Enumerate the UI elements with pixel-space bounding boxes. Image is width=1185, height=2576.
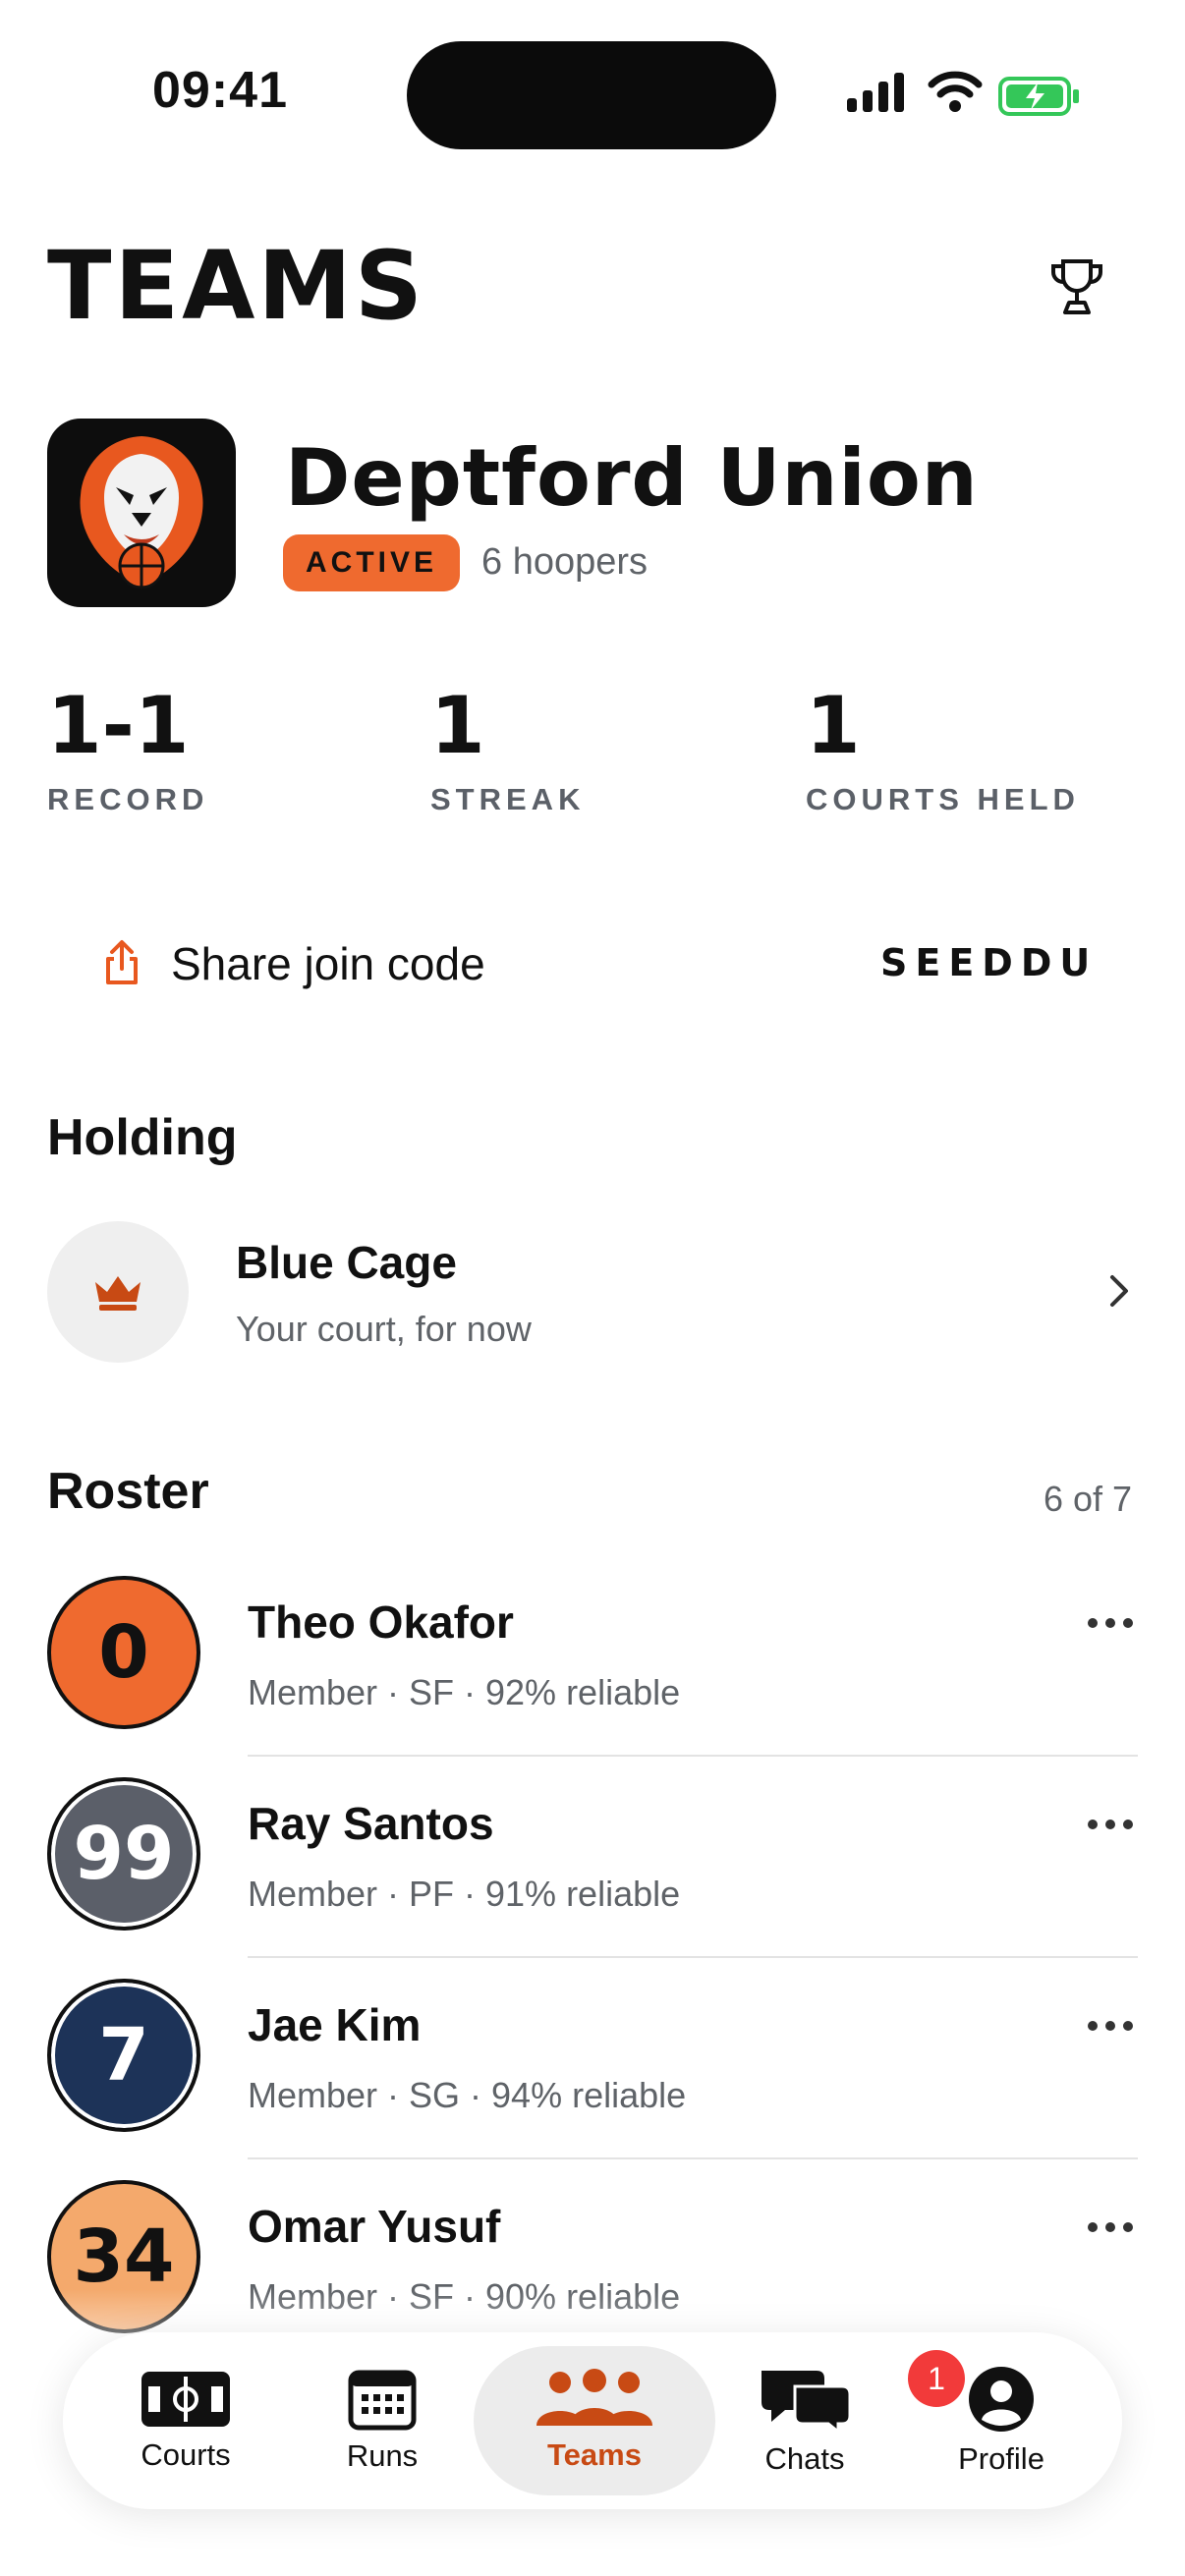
trophy-icon[interactable] (1049, 257, 1104, 316)
more-options-icon[interactable] (1087, 2020, 1134, 2032)
battery-charging-icon (998, 77, 1079, 116)
tab-teams-label: Teams (547, 2437, 642, 2472)
tab-courts[interactable]: Courts (102, 2332, 269, 2509)
members-count: 6 hoopers (481, 541, 649, 583)
stat-record-label: RECORD (47, 782, 209, 816)
chevron-right-icon[interactable] (1108, 1273, 1130, 1309)
tab-bar: Courts Runs Teams Chats 1 Profile (63, 2332, 1122, 2509)
person-icon (969, 2367, 1034, 2432)
tab-runs-label: Runs (346, 2438, 419, 2473)
row-divider (248, 2157, 1138, 2159)
crown-avatar (47, 1221, 189, 1363)
team-name: Deptford Union (285, 432, 979, 524)
dynamic-island (407, 41, 776, 149)
roster-section-title: Roster (47, 1463, 209, 1520)
roster-row[interactable]: 7 Jae Kim Member · SG · 94% reliable (0, 1979, 1185, 2180)
tab-profile[interactable]: Profile (918, 2332, 1085, 2509)
tab-chats-label: Chats (764, 2441, 845, 2476)
holding-section-title: Holding (47, 1109, 238, 1166)
cellular-signal-icon (847, 73, 904, 112)
more-options-icon[interactable] (1087, 1617, 1134, 1629)
wifi-icon (928, 71, 983, 112)
page-title: TEAMS (47, 231, 426, 341)
player-name: Omar Yusuf (248, 2201, 501, 2252)
player-name: Ray Santos (248, 1798, 494, 1849)
tab-teams[interactable]: Teams (511, 2332, 678, 2509)
roster-row[interactable]: 0 Theo Okafor Member · SF · 92% reliable (0, 1576, 1185, 1777)
holding-court-row[interactable] (47, 1218, 1138, 1366)
court-icon (141, 2372, 230, 2427)
jersey-number-avatar: 99 (47, 1777, 200, 1931)
roster-count: 6 of 7 (1044, 1479, 1133, 1519)
stat-record-value: 1-1 (47, 680, 190, 771)
tab-runs[interactable]: Runs (299, 2332, 466, 2509)
more-options-icon[interactable] (1087, 1819, 1134, 1830)
stat-streak-label: STREAK (430, 782, 586, 816)
chat-icon (762, 2371, 852, 2434)
stat-courts-label: COURTS HELD (806, 782, 1080, 816)
roster-row[interactable]: 99 Ray Santos Member · PF · 91% reliable (0, 1777, 1185, 1979)
share-join-code-label: Share join code (171, 938, 485, 989)
share-icon (106, 940, 138, 984)
stat-streak-value: 1 (430, 680, 485, 771)
more-options-icon[interactable] (1087, 2221, 1134, 2233)
team-logo (47, 419, 236, 607)
status-time: 09:41 (152, 62, 288, 119)
tab-profile-label: Profile (958, 2441, 1044, 2476)
stat-courts-value: 1 (806, 680, 861, 771)
row-divider (248, 1956, 1138, 1958)
tab-chats[interactable]: Chats (721, 2332, 888, 2509)
tab-courts-label: Courts (141, 2437, 231, 2472)
player-meta: Member · SG · 94% reliable (248, 2075, 687, 2115)
court-subtitle: Your court, for now (236, 1309, 532, 1349)
row-divider (248, 1755, 1138, 1757)
court-name: Blue Cage (236, 1237, 457, 1288)
people-icon (536, 2369, 652, 2426)
player-name: Theo Okafor (248, 1596, 514, 1648)
status-badge: ACTIVE (283, 534, 460, 591)
crown-icon (95, 1276, 141, 1311)
jersey-number-avatar: 0 (47, 1576, 200, 1729)
player-meta: Member · SF · 92% reliable (248, 1672, 681, 1712)
jersey-number-avatar: 7 (47, 1979, 200, 2132)
join-code: SEEDDU (880, 941, 1099, 984)
player-name: Jae Kim (248, 1999, 422, 2050)
calendar-icon (348, 2370, 417, 2431)
player-meta: Member · PF · 91% reliable (248, 1874, 681, 1914)
lion-logo-icon (80, 436, 203, 589)
